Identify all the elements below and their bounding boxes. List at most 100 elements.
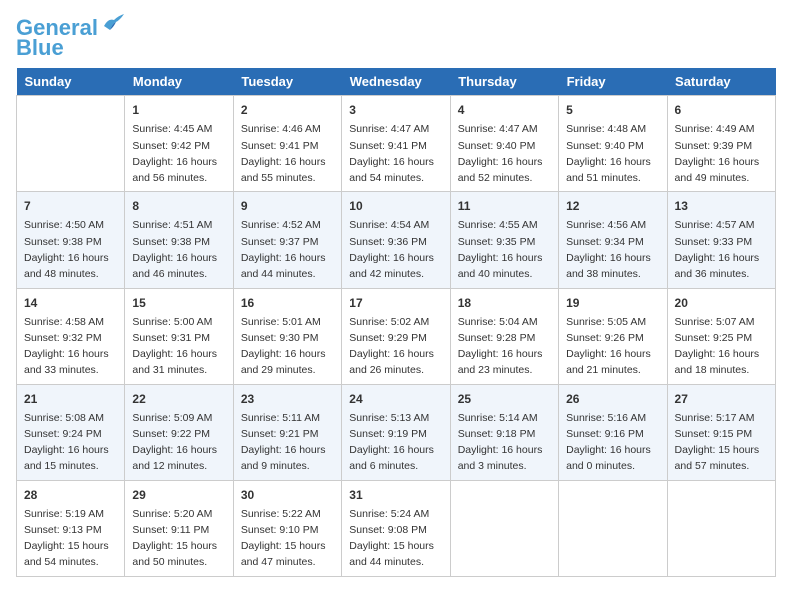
day-info: Sunrise: 5:16 AM Sunset: 9:16 PM Dayligh… <box>566 410 659 475</box>
day-number: 4 <box>458 101 551 119</box>
calendar-table: SundayMondayTuesdayWednesdayThursdayFrid… <box>16 68 776 576</box>
week-row-3: 14Sunrise: 4:58 AM Sunset: 9:32 PM Dayli… <box>17 288 776 384</box>
day-number: 9 <box>241 197 334 215</box>
day-number: 18 <box>458 294 551 312</box>
day-number: 19 <box>566 294 659 312</box>
day-number: 26 <box>566 390 659 408</box>
day-info: Sunrise: 5:24 AM Sunset: 9:08 PM Dayligh… <box>349 506 442 571</box>
day-number: 2 <box>241 101 334 119</box>
day-info: Sunrise: 4:56 AM Sunset: 9:34 PM Dayligh… <box>566 217 659 282</box>
day-info: Sunrise: 4:48 AM Sunset: 9:40 PM Dayligh… <box>566 121 659 186</box>
calendar-cell: 1 Sunrise: 4:45 AM Sunset: 9:42 PM Daylig… <box>125 96 233 192</box>
day-info: Sunrise: 4:55 AM Sunset: 9:35 PM Dayligh… <box>458 217 551 282</box>
day-number: 24 <box>349 390 442 408</box>
day-info: Sunrise: 5:11 AM Sunset: 9:21 PM Dayligh… <box>241 410 334 475</box>
calendar-cell: 18Sunrise: 5:04 AM Sunset: 9:28 PM Dayli… <box>450 288 558 384</box>
day-number: 28 <box>24 486 117 504</box>
day-info: Sunrise: 5:14 AM Sunset: 9:18 PM Dayligh… <box>458 410 551 475</box>
day-header-saturday: Saturday <box>667 68 775 96</box>
day-number: 12 <box>566 197 659 215</box>
day-info: Sunrise: 5:19 AM Sunset: 9:13 PM Dayligh… <box>24 506 117 571</box>
calendar-cell: 24 Sunrise: 5:13 AM Sunset: 9:19 PM Dayli… <box>342 384 450 480</box>
day-info: Sunrise: 4:58 AM Sunset: 9:32 PM Dayligh… <box>24 314 117 379</box>
day-number: 23 <box>241 390 334 408</box>
day-number: 6 <box>675 101 768 119</box>
day-number: 1 <box>132 101 225 119</box>
calendar-cell: 9 Sunrise: 4:52 AM Sunset: 9:37 PM Daylig… <box>233 192 341 288</box>
day-info: Sunrise: 5:22 AM Sunset: 9:10 PM Dayligh… <box>241 506 334 571</box>
calendar-cell: 3Sunrise: 4:47 AM Sunset: 9:41 PM Daylig… <box>342 96 450 192</box>
day-number: 25 <box>458 390 551 408</box>
calendar-cell: 30 Sunrise: 5:22 AM Sunset: 9:10 PM Dayli… <box>233 480 341 576</box>
calendar-cell: 12 Sunrise: 4:56 AM Sunset: 9:34 PM Dayli… <box>559 192 667 288</box>
calendar-cell: 4 Sunrise: 4:47 AM Sunset: 9:40 PM Daylig… <box>450 96 558 192</box>
day-header-wednesday: Wednesday <box>342 68 450 96</box>
day-number: 31 <box>349 486 442 504</box>
calendar-cell: 23 Sunrise: 5:11 AM Sunset: 9:21 PM Dayli… <box>233 384 341 480</box>
calendar-cell: 13 Sunrise: 4:57 AM Sunset: 9:33 PM Dayli… <box>667 192 775 288</box>
day-info: Sunrise: 4:51 AM Sunset: 9:38 PM Dayligh… <box>132 217 225 282</box>
day-number: 15 <box>132 294 225 312</box>
calendar-cell: 15Sunrise: 5:00 AM Sunset: 9:31 PM Dayli… <box>125 288 233 384</box>
day-info: Sunrise: 5:02 AM Sunset: 9:29 PM Dayligh… <box>349 314 442 379</box>
day-info: Sunrise: 4:45 AM Sunset: 9:42 PM Dayligh… <box>132 121 225 186</box>
calendar-cell: 29 Sunrise: 5:20 AM Sunset: 9:11 PM Dayli… <box>125 480 233 576</box>
day-number: 27 <box>675 390 768 408</box>
calendar-cell: 19 Sunrise: 5:05 AM Sunset: 9:26 PM Dayli… <box>559 288 667 384</box>
week-row-5: 28 Sunrise: 5:19 AM Sunset: 9:13 PM Dayli… <box>17 480 776 576</box>
day-info: Sunrise: 4:47 AM Sunset: 9:40 PM Dayligh… <box>458 121 551 186</box>
day-info: Sunrise: 4:49 AM Sunset: 9:39 PM Dayligh… <box>675 121 768 186</box>
day-header-friday: Friday <box>559 68 667 96</box>
week-row-2: 7 Sunrise: 4:50 AM Sunset: 9:38 PM Daylig… <box>17 192 776 288</box>
day-info: Sunrise: 5:09 AM Sunset: 9:22 PM Dayligh… <box>132 410 225 475</box>
calendar-cell: 27 Sunrise: 5:17 AM Sunset: 9:15 PM Dayli… <box>667 384 775 480</box>
calendar-cell: 8 Sunrise: 4:51 AM Sunset: 9:38 PM Daylig… <box>125 192 233 288</box>
calendar-cell: 31 Sunrise: 5:24 AM Sunset: 9:08 PM Dayli… <box>342 480 450 576</box>
day-number: 10 <box>349 197 442 215</box>
day-header-tuesday: Tuesday <box>233 68 341 96</box>
day-number: 8 <box>132 197 225 215</box>
day-number: 29 <box>132 486 225 504</box>
calendar-cell <box>17 96 125 192</box>
calendar-cell: 21Sunrise: 5:08 AM Sunset: 9:24 PM Dayli… <box>17 384 125 480</box>
calendar-cell: 6 Sunrise: 4:49 AM Sunset: 9:39 PM Daylig… <box>667 96 775 192</box>
day-header-monday: Monday <box>125 68 233 96</box>
day-number: 5 <box>566 101 659 119</box>
calendar-cell: 11 Sunrise: 4:55 AM Sunset: 9:35 PM Dayli… <box>450 192 558 288</box>
day-number: 16 <box>241 294 334 312</box>
day-info: Sunrise: 4:54 AM Sunset: 9:36 PM Dayligh… <box>349 217 442 282</box>
calendar-cell <box>559 480 667 576</box>
week-row-1: 1 Sunrise: 4:45 AM Sunset: 9:42 PM Daylig… <box>17 96 776 192</box>
calendar-cell: 16 Sunrise: 5:01 AM Sunset: 9:30 PM Dayli… <box>233 288 341 384</box>
header-row: SundayMondayTuesdayWednesdayThursdayFrid… <box>17 68 776 96</box>
calendar-cell <box>450 480 558 576</box>
day-header-sunday: Sunday <box>17 68 125 96</box>
day-info: Sunrise: 5:05 AM Sunset: 9:26 PM Dayligh… <box>566 314 659 379</box>
page-header: General Blue <box>16 16 776 60</box>
calendar-cell: 10 Sunrise: 4:54 AM Sunset: 9:36 PM Dayli… <box>342 192 450 288</box>
day-number: 13 <box>675 197 768 215</box>
calendar-cell: 20Sunrise: 5:07 AM Sunset: 9:25 PM Dayli… <box>667 288 775 384</box>
day-info: Sunrise: 4:46 AM Sunset: 9:41 PM Dayligh… <box>241 121 334 186</box>
calendar-cell: 17 Sunrise: 5:02 AM Sunset: 9:29 PM Dayli… <box>342 288 450 384</box>
day-info: Sunrise: 4:52 AM Sunset: 9:37 PM Dayligh… <box>241 217 334 282</box>
calendar-cell: 25 Sunrise: 5:14 AM Sunset: 9:18 PM Dayli… <box>450 384 558 480</box>
calendar-cell: 2 Sunrise: 4:46 AM Sunset: 9:41 PM Daylig… <box>233 96 341 192</box>
day-info: Sunrise: 4:57 AM Sunset: 9:33 PM Dayligh… <box>675 217 768 282</box>
day-info: Sunrise: 5:13 AM Sunset: 9:19 PM Dayligh… <box>349 410 442 475</box>
day-info: Sunrise: 4:50 AM Sunset: 9:38 PM Dayligh… <box>24 217 117 282</box>
day-info: Sunrise: 5:01 AM Sunset: 9:30 PM Dayligh… <box>241 314 334 379</box>
day-number: 7 <box>24 197 117 215</box>
day-info: Sunrise: 5:17 AM Sunset: 9:15 PM Dayligh… <box>675 410 768 475</box>
calendar-cell: 28 Sunrise: 5:19 AM Sunset: 9:13 PM Dayli… <box>17 480 125 576</box>
day-info: Sunrise: 5:20 AM Sunset: 9:11 PM Dayligh… <box>132 506 225 571</box>
calendar-cell: 26 Sunrise: 5:16 AM Sunset: 9:16 PM Dayli… <box>559 384 667 480</box>
day-number: 21 <box>24 390 117 408</box>
calendar-cell <box>667 480 775 576</box>
day-number: 30 <box>241 486 334 504</box>
day-info: Sunrise: 4:47 AM Sunset: 9:41 PM Dayligh… <box>349 121 442 186</box>
day-number: 11 <box>458 197 551 215</box>
day-number: 17 <box>349 294 442 312</box>
calendar-cell: 14Sunrise: 4:58 AM Sunset: 9:32 PM Dayli… <box>17 288 125 384</box>
calendar-cell: 5 Sunrise: 4:48 AM Sunset: 9:40 PM Daylig… <box>559 96 667 192</box>
